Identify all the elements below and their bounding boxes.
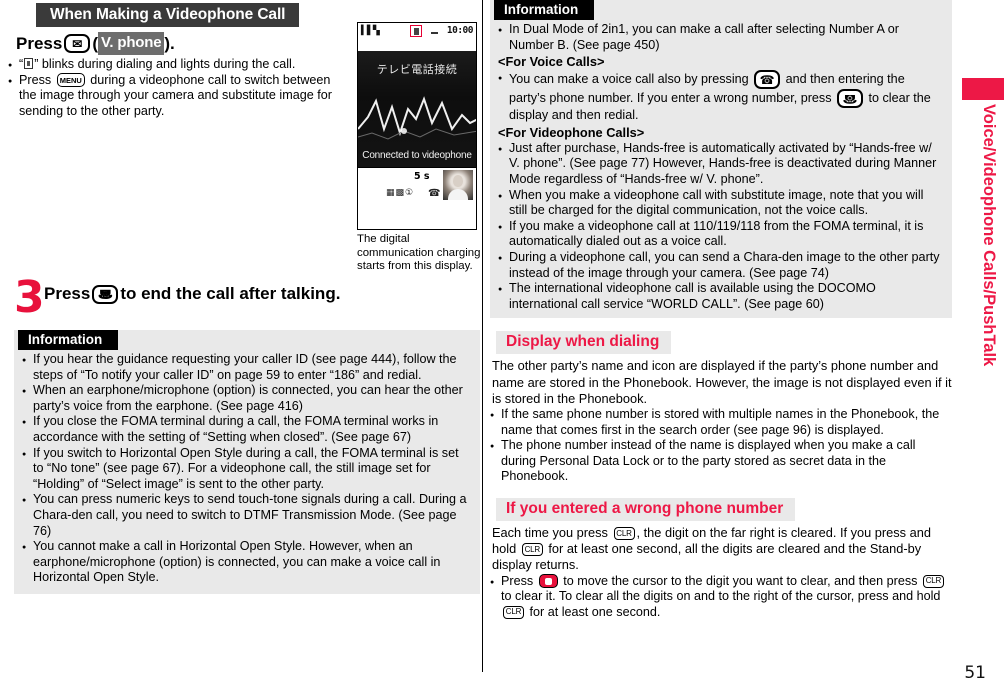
envelope-key-icon: ✉ — [64, 34, 91, 53]
clr-key-icon: CLR — [521, 543, 543, 557]
press-label: Press — [44, 284, 91, 303]
call-key-icon: ☎ — [754, 70, 781, 90]
left-column: When Making a Videophone Call Press ✉ ( … — [8, 0, 480, 594]
text-part: You can make a voice call also by pressi… — [509, 72, 749, 87]
clr-key-icon: CLR — [613, 527, 635, 541]
v-phone-softkey-label: V. phone — [98, 32, 165, 55]
list-item: You can press numeric keys to send touch… — [22, 492, 472, 539]
list-item: In Dual Mode of 2in1, you can make a cal… — [498, 22, 944, 53]
press-label: Press — [16, 33, 63, 53]
videophone-icon — [410, 25, 422, 37]
phone-blank-area — [358, 214, 476, 229]
display-when-dialing-paragraph: The other party’s name and icon are disp… — [492, 358, 952, 406]
wrong-number-list: Press to move the cursor to the digit yo… — [490, 574, 952, 621]
list-item: The phone number instead of the name is … — [490, 438, 952, 485]
information-list-dual: In Dual Mode of 2in1, you can make a cal… — [490, 22, 952, 53]
side-tab-color-block — [962, 78, 1004, 100]
page-number: 51 — [964, 663, 986, 683]
list-item: If you make a videophone call at 110/119… — [498, 219, 944, 250]
list-item: “ ” blinks during dialing and lights duri… — [8, 57, 338, 74]
caller-photo — [443, 170, 473, 200]
text-part: for at least one second, all the digits … — [492, 541, 922, 573]
list-item: Just after purchase, Hands-free is autom… — [498, 141, 944, 188]
step-3-block: 3 Press ☎ to end the call after talking. — [14, 276, 484, 320]
right-column: Information In Dual Mode of 2in1, you ca… — [490, 0, 952, 620]
phone-display: ▍▌▚ 10:00 テレビ電話接続 Connected to videophon… — [357, 22, 477, 230]
list-item: When an earphone/microphone (option) is … — [22, 383, 472, 414]
end-call-key-icon: ☎ — [92, 284, 119, 304]
call-timer: 5 s — [414, 171, 430, 182]
phone-connected-caption: Connected to videophone — [362, 150, 472, 161]
list-item: You cannot make a call in Horizontal Ope… — [22, 539, 472, 586]
display-when-dialing-header-wrap: Display when dialing — [496, 331, 952, 355]
display-when-dialing-list: If the same phone number is stored with … — [490, 407, 952, 485]
note-text: ” blinks during dialing and lights durin… — [34, 57, 296, 71]
list-item: If the same phone number is stored with … — [490, 407, 952, 438]
text-part: Press — [501, 573, 534, 588]
list-item: The international videophone call is ava… — [498, 281, 944, 312]
text-part: to move the cursor to the digit you want… — [563, 573, 918, 588]
list-item: If you close the FOMA terminal during a … — [22, 414, 472, 445]
list-item: You can make a voice call also by pressi… — [498, 70, 944, 124]
menu-key-icon: MENU — [56, 73, 85, 88]
information-heading: Information — [18, 330, 119, 350]
phone-status-bar: ▍▌▚ 10:00 — [358, 23, 476, 40]
handset-icon: ☎ — [428, 188, 441, 199]
clr-key-icon: CLR — [922, 574, 944, 588]
videophone-call-list: Just after purchase, Hands-free is autom… — [490, 141, 952, 313]
list-item: If you hear the guidance requesting your… — [22, 352, 472, 383]
display-when-dialing-heading: Display when dialing — [496, 331, 672, 355]
step-3-number: 3 — [14, 272, 45, 323]
phone-screenshot: ▍▌▚ 10:00 テレビ電話接続 Connected to videophon… — [357, 22, 480, 274]
end-call-key-icon: ☎ — [837, 89, 863, 109]
voice-call-list: You can make a voice call also by pressi… — [490, 70, 952, 124]
step-3-text: to end the call after talking. — [120, 284, 341, 303]
clr-key-icon: CLR — [503, 605, 524, 619]
information-list: If you hear the guidance requesting your… — [14, 352, 480, 586]
wrong-number-header-wrap: If you entered a wrong phone number — [496, 497, 952, 521]
list-item: During a videophone call, you can send a… — [498, 250, 944, 281]
phone-jp-caption: テレビ電話接続 — [376, 63, 458, 76]
phone-clock: 10:00 — [446, 25, 474, 36]
subheading-voice-calls: <For Voice Calls> — [498, 54, 605, 70]
videophone-indicator-icon — [24, 58, 34, 69]
information-box-left: Information If you hear the guidance req… — [14, 330, 480, 594]
subheading-videophone-calls: <For Videophone Calls> — [498, 124, 645, 140]
text-part: to clear it. To clear all the digits on … — [501, 589, 941, 604]
column-divider — [482, 0, 483, 672]
step-3-heading: Press ☎ to end the call after talking. — [44, 282, 484, 306]
list-item: When you make a videophone call with sub… — [498, 188, 944, 219]
list-item: Press to move the cursor to the digit yo… — [490, 574, 952, 621]
manual-page: When Making a Videophone Call Press ✉ ( … — [0, 0, 1004, 697]
press-word: Press — [19, 72, 52, 87]
paren-close: ). — [164, 33, 175, 53]
wrong-number-heading: If you entered a wrong phone number — [496, 497, 796, 521]
side-tab: Voice/Videophone Calls/PushTalk — [958, 0, 1004, 672]
phone-status-gap — [358, 40, 476, 51]
quote-open: “ — [19, 57, 24, 71]
phone-video-area: テレビ電話接続 Connected to videophone — [358, 51, 476, 167]
side-tab-label: Voice/Videophone Calls/PushTalk — [980, 104, 998, 367]
section-title: When Making a Videophone Call — [36, 3, 300, 27]
direction-key-icon — [538, 574, 558, 589]
battery-dash-icon — [431, 32, 438, 34]
text-part: for at least one second. — [529, 604, 661, 619]
step-2-notes: “ ” blinks during dialing and lights duri… — [8, 57, 338, 119]
phone-caption: The digital communication charging start… — [357, 233, 481, 273]
information-box-right: Information In Dual Mode of 2in1, you ca… — [490, 0, 952, 319]
function-icons: ▦▩① — [386, 188, 415, 198]
text-part: Each time you press — [492, 524, 608, 540]
list-item: If you switch to Horizontal Open Style d… — [22, 446, 472, 493]
information-heading: Information — [494, 0, 595, 20]
wrong-number-paragraph: Each time you press CLR, the digit on th… — [492, 525, 952, 574]
phone-info-area: 5 s ▦▩① ☎ — [358, 167, 476, 214]
list-item: Press MENU during a videophone call to s… — [8, 73, 338, 120]
signal-bars-icon: ▍▌▚ — [361, 26, 380, 36]
waveform-graphic — [358, 96, 476, 140]
